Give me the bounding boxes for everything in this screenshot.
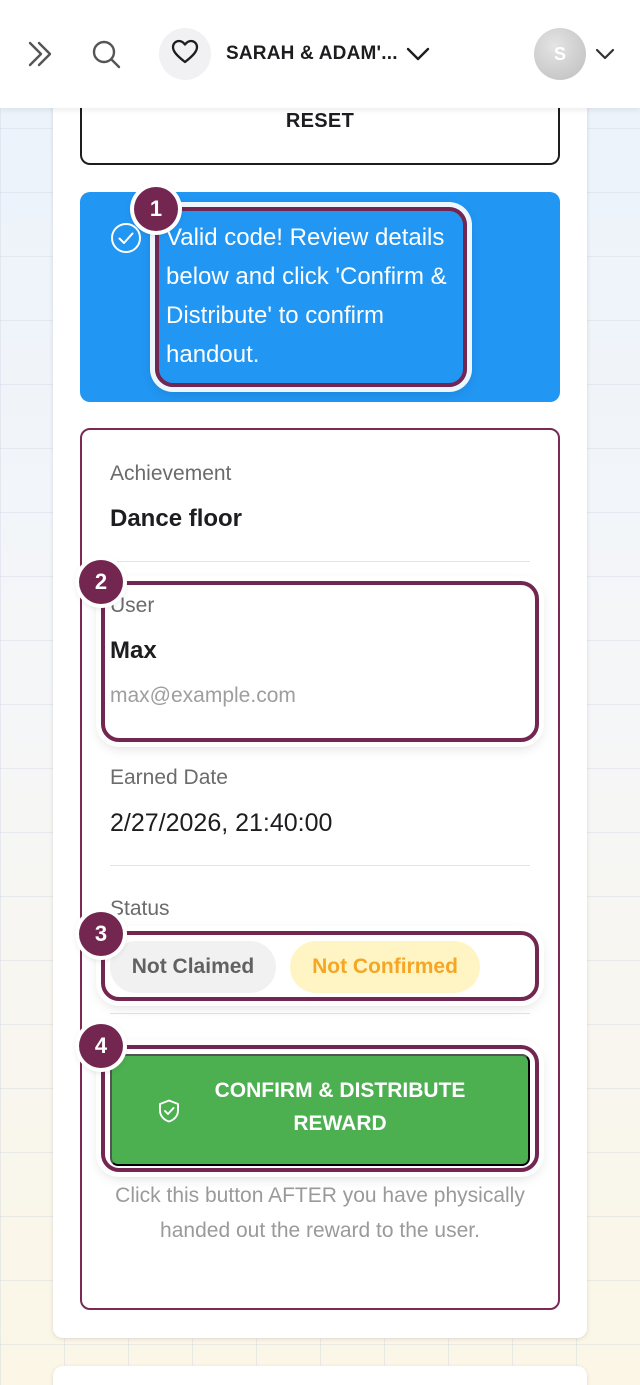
double-chevron-right-icon[interactable]: [22, 36, 58, 72]
divider: [110, 741, 530, 742]
alert-message: Valid code! Review details below and cli…: [166, 224, 447, 368]
chevron-down-icon[interactable]: [404, 40, 432, 68]
step-badge-2: 2: [79, 560, 123, 604]
check-circle-icon: [110, 222, 142, 254]
confirm-helper-text: Click this button AFTER you have physica…: [115, 1184, 525, 1242]
achievement-label: Achievement: [110, 462, 232, 485]
status-badge-not-claimed: Not Claimed: [110, 941, 276, 993]
divider: [110, 1013, 530, 1014]
avatar[interactable]: S: [534, 28, 586, 80]
chevron-down-icon[interactable]: [593, 42, 617, 66]
shield-check-icon: [156, 1098, 182, 1124]
reset-button[interactable]: RESET: [80, 100, 560, 165]
earned-date-label: Earned Date: [110, 766, 228, 789]
top-bar: SARAH & ADAM'... S: [0, 0, 640, 108]
step-badge-3: 3: [79, 912, 123, 956]
divider: [110, 561, 530, 562]
confirm-distribute-label[interactable]: CONFIRM & DISTRIBUTE REWARD: [195, 1074, 485, 1140]
divider: [110, 865, 530, 866]
event-selector-label[interactable]: SARAH & ADAM'...: [226, 43, 398, 65]
status-badge-not-confirmed: Not Confirmed: [290, 941, 480, 993]
heart-icon: [170, 37, 200, 72]
event-heart-button[interactable]: [159, 28, 211, 80]
user-label: User: [110, 594, 155, 617]
user-name: Max: [110, 637, 157, 664]
status-label: Status: [110, 897, 170, 920]
user-email: max@example.com: [110, 684, 296, 707]
achievement-value: Dance floor: [110, 505, 243, 532]
next-card: [53, 1366, 587, 1385]
search-icon[interactable]: [88, 36, 124, 72]
step-badge-1: 1: [134, 187, 178, 231]
earned-date-value: 2/27/2026, 21:40:00: [110, 809, 333, 837]
step-badge-4: 4: [79, 1024, 123, 1068]
